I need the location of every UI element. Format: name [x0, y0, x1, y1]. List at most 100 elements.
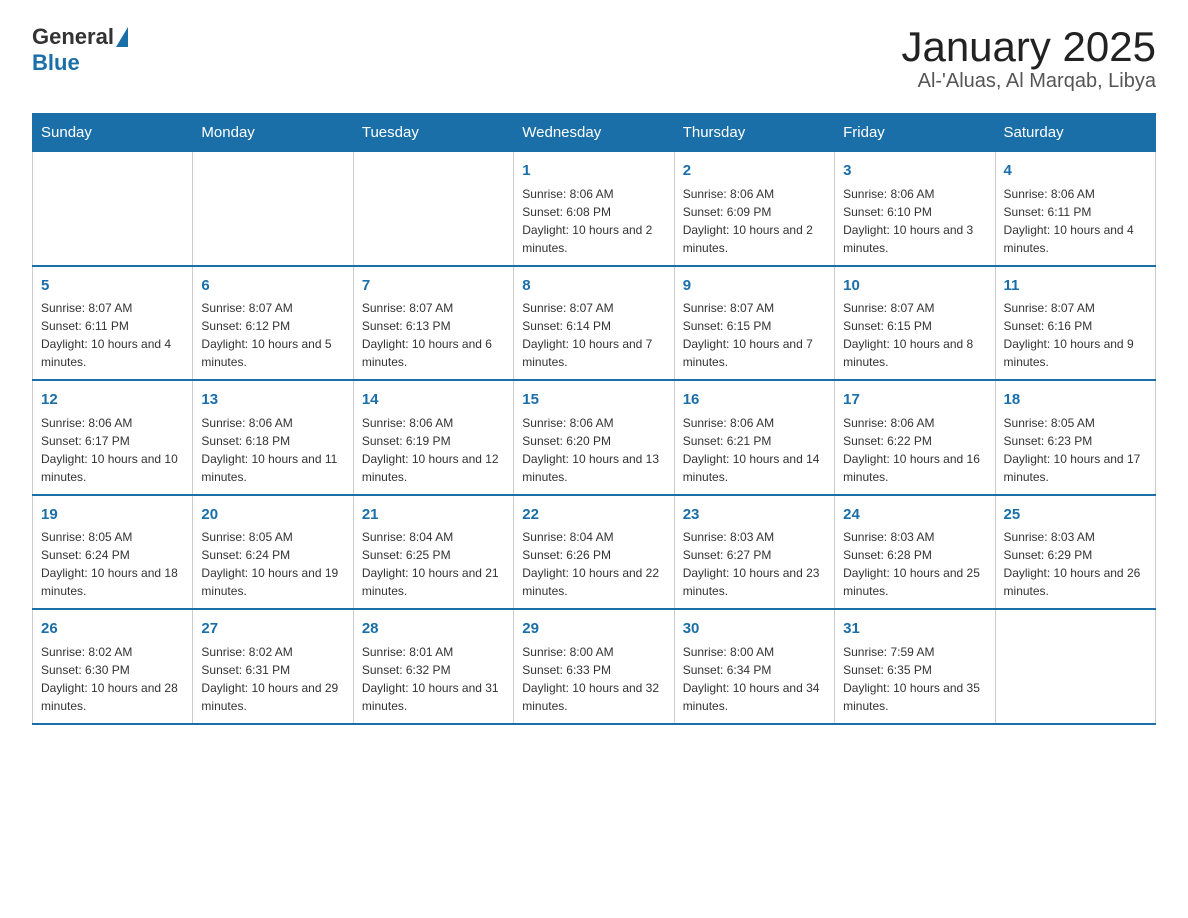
day-number: 21	[362, 504, 505, 527]
calendar-day-cell: 4Sunrise: 8:06 AMSunset: 6:11 PMDaylight…	[995, 152, 1155, 266]
calendar-day-cell	[33, 152, 193, 266]
day-number: 7	[362, 275, 505, 298]
calendar-day-cell: 7Sunrise: 8:07 AMSunset: 6:13 PMDaylight…	[353, 266, 513, 381]
day-number: 2	[683, 160, 826, 183]
day-number: 28	[362, 618, 505, 641]
day-info: Sunrise: 8:02 AMSunset: 6:30 PMDaylight:…	[41, 643, 184, 715]
calendar-day-cell: 5Sunrise: 8:07 AMSunset: 6:11 PMDaylight…	[33, 266, 193, 381]
day-number: 30	[683, 618, 826, 641]
day-number: 23	[683, 504, 826, 527]
day-info: Sunrise: 8:05 AMSunset: 6:24 PMDaylight:…	[41, 528, 184, 600]
day-info: Sunrise: 8:03 AMSunset: 6:28 PMDaylight:…	[843, 528, 986, 600]
calendar-day-cell: 14Sunrise: 8:06 AMSunset: 6:19 PMDayligh…	[353, 380, 513, 495]
day-info: Sunrise: 8:07 AMSunset: 6:15 PMDaylight:…	[683, 299, 826, 371]
calendar-day-cell: 31Sunrise: 7:59 AMSunset: 6:35 PMDayligh…	[835, 609, 995, 724]
day-number: 27	[201, 618, 344, 641]
day-number: 17	[843, 389, 986, 412]
calendar-day-cell: 2Sunrise: 8:06 AMSunset: 6:09 PMDaylight…	[674, 152, 834, 266]
day-number: 11	[1004, 275, 1147, 298]
calendar-week-row: 5Sunrise: 8:07 AMSunset: 6:11 PMDaylight…	[33, 266, 1156, 381]
calendar-day-cell: 1Sunrise: 8:06 AMSunset: 6:08 PMDaylight…	[514, 152, 674, 266]
calendar-day-cell: 29Sunrise: 8:00 AMSunset: 6:33 PMDayligh…	[514, 609, 674, 724]
calendar-day-cell: 13Sunrise: 8:06 AMSunset: 6:18 PMDayligh…	[193, 380, 353, 495]
day-number: 9	[683, 275, 826, 298]
calendar-day-cell: 3Sunrise: 8:06 AMSunset: 6:10 PMDaylight…	[835, 152, 995, 266]
day-info: Sunrise: 8:03 AMSunset: 6:29 PMDaylight:…	[1004, 528, 1147, 600]
day-info: Sunrise: 8:06 AMSunset: 6:17 PMDaylight:…	[41, 414, 184, 486]
day-info: Sunrise: 8:06 AMSunset: 6:20 PMDaylight:…	[522, 414, 665, 486]
day-number: 14	[362, 389, 505, 412]
day-number: 20	[201, 504, 344, 527]
calendar-day-cell: 12Sunrise: 8:06 AMSunset: 6:17 PMDayligh…	[33, 380, 193, 495]
day-info: Sunrise: 8:06 AMSunset: 6:11 PMDaylight:…	[1004, 185, 1147, 257]
day-number: 31	[843, 618, 986, 641]
day-of-week-header: Friday	[835, 114, 995, 152]
day-info: Sunrise: 8:06 AMSunset: 6:22 PMDaylight:…	[843, 414, 986, 486]
day-number: 25	[1004, 504, 1147, 527]
day-number: 22	[522, 504, 665, 527]
day-number: 4	[1004, 160, 1147, 183]
calendar-day-cell: 15Sunrise: 8:06 AMSunset: 6:20 PMDayligh…	[514, 380, 674, 495]
day-number: 3	[843, 160, 986, 183]
calendar-day-cell: 30Sunrise: 8:00 AMSunset: 6:34 PMDayligh…	[674, 609, 834, 724]
day-of-week-header: Saturday	[995, 114, 1155, 152]
calendar-day-cell: 28Sunrise: 8:01 AMSunset: 6:32 PMDayligh…	[353, 609, 513, 724]
calendar-header-row: SundayMondayTuesdayWednesdayThursdayFrid…	[33, 114, 1156, 152]
day-number: 8	[522, 275, 665, 298]
day-info: Sunrise: 8:03 AMSunset: 6:27 PMDaylight:…	[683, 528, 826, 600]
logo-triangle-icon	[116, 27, 128, 47]
calendar-week-row: 26Sunrise: 8:02 AMSunset: 6:30 PMDayligh…	[33, 609, 1156, 724]
day-number: 16	[683, 389, 826, 412]
calendar-day-cell: 18Sunrise: 8:05 AMSunset: 6:23 PMDayligh…	[995, 380, 1155, 495]
day-of-week-header: Thursday	[674, 114, 834, 152]
day-info: Sunrise: 8:05 AMSunset: 6:24 PMDaylight:…	[201, 528, 344, 600]
day-info: Sunrise: 8:06 AMSunset: 6:09 PMDaylight:…	[683, 185, 826, 257]
day-of-week-header: Wednesday	[514, 114, 674, 152]
calendar-day-cell: 25Sunrise: 8:03 AMSunset: 6:29 PMDayligh…	[995, 495, 1155, 610]
day-info: Sunrise: 8:02 AMSunset: 6:31 PMDaylight:…	[201, 643, 344, 715]
calendar-title: January 2025	[901, 24, 1156, 70]
day-info: Sunrise: 8:07 AMSunset: 6:15 PMDaylight:…	[843, 299, 986, 371]
day-number: 15	[522, 389, 665, 412]
calendar-day-cell	[193, 152, 353, 266]
day-number: 12	[41, 389, 184, 412]
calendar-day-cell: 6Sunrise: 8:07 AMSunset: 6:12 PMDaylight…	[193, 266, 353, 381]
day-number: 24	[843, 504, 986, 527]
calendar-day-cell: 22Sunrise: 8:04 AMSunset: 6:26 PMDayligh…	[514, 495, 674, 610]
calendar-week-row: 12Sunrise: 8:06 AMSunset: 6:17 PMDayligh…	[33, 380, 1156, 495]
day-info: Sunrise: 8:04 AMSunset: 6:26 PMDaylight:…	[522, 528, 665, 600]
calendar-day-cell: 21Sunrise: 8:04 AMSunset: 6:25 PMDayligh…	[353, 495, 513, 610]
calendar-day-cell: 24Sunrise: 8:03 AMSunset: 6:28 PMDayligh…	[835, 495, 995, 610]
calendar-day-cell	[995, 609, 1155, 724]
calendar-week-row: 19Sunrise: 8:05 AMSunset: 6:24 PMDayligh…	[33, 495, 1156, 610]
day-of-week-header: Monday	[193, 114, 353, 152]
page-header: General Blue January 2025 Al-'Aluas, Al …	[32, 24, 1156, 93]
day-number: 13	[201, 389, 344, 412]
logo: General Blue	[32, 24, 128, 76]
day-info: Sunrise: 8:06 AMSunset: 6:19 PMDaylight:…	[362, 414, 505, 486]
calendar-day-cell	[353, 152, 513, 266]
day-info: Sunrise: 8:04 AMSunset: 6:25 PMDaylight:…	[362, 528, 505, 600]
logo-blue-text: Blue	[32, 50, 128, 76]
day-number: 26	[41, 618, 184, 641]
calendar-day-cell: 27Sunrise: 8:02 AMSunset: 6:31 PMDayligh…	[193, 609, 353, 724]
day-number: 29	[522, 618, 665, 641]
day-info: Sunrise: 8:05 AMSunset: 6:23 PMDaylight:…	[1004, 414, 1147, 486]
day-number: 10	[843, 275, 986, 298]
logo-general-text: General	[32, 24, 114, 50]
day-info: Sunrise: 8:07 AMSunset: 6:11 PMDaylight:…	[41, 299, 184, 371]
day-info: Sunrise: 8:00 AMSunset: 6:33 PMDaylight:…	[522, 643, 665, 715]
day-info: Sunrise: 8:06 AMSunset: 6:21 PMDaylight:…	[683, 414, 826, 486]
day-info: Sunrise: 8:07 AMSunset: 6:13 PMDaylight:…	[362, 299, 505, 371]
calendar-table: SundayMondayTuesdayWednesdayThursdayFrid…	[32, 113, 1156, 725]
calendar-day-cell: 19Sunrise: 8:05 AMSunset: 6:24 PMDayligh…	[33, 495, 193, 610]
calendar-day-cell: 11Sunrise: 8:07 AMSunset: 6:16 PMDayligh…	[995, 266, 1155, 381]
day-of-week-header: Sunday	[33, 114, 193, 152]
calendar-day-cell: 26Sunrise: 8:02 AMSunset: 6:30 PMDayligh…	[33, 609, 193, 724]
calendar-week-row: 1Sunrise: 8:06 AMSunset: 6:08 PMDaylight…	[33, 152, 1156, 266]
day-info: Sunrise: 8:07 AMSunset: 6:14 PMDaylight:…	[522, 299, 665, 371]
day-info: Sunrise: 8:06 AMSunset: 6:10 PMDaylight:…	[843, 185, 986, 257]
day-number: 19	[41, 504, 184, 527]
day-number: 5	[41, 275, 184, 298]
calendar-day-cell: 8Sunrise: 8:07 AMSunset: 6:14 PMDaylight…	[514, 266, 674, 381]
